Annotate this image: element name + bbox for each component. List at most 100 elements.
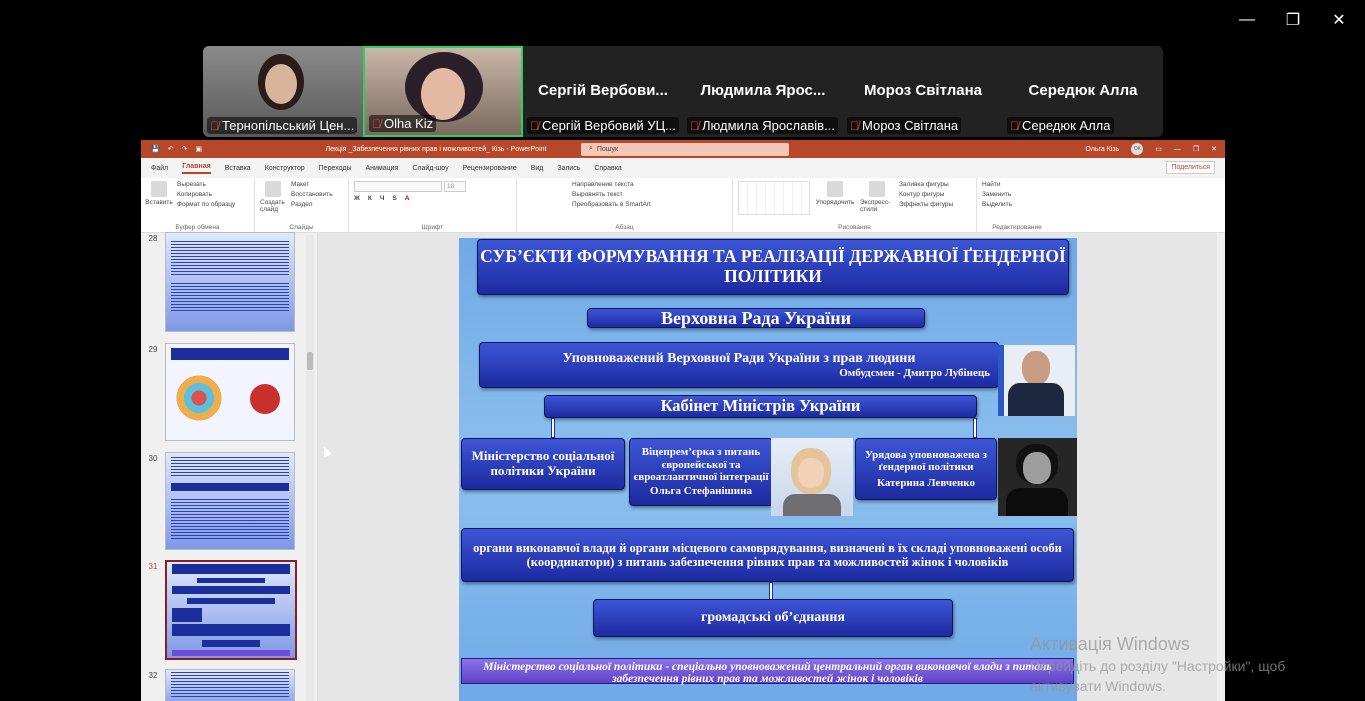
quick-styles-button[interactable]: Экспресс-стили [860, 181, 894, 229]
restore-button[interactable]: ❐ [1277, 8, 1309, 32]
tab-design[interactable]: Конструктор [265, 165, 305, 172]
participant-face [265, 64, 297, 104]
participant-tile[interactable]: Мороз Світлана 🎙̸ Мороз Світлана [843, 46, 1003, 137]
slides-group: Создать слайд Макет Восстановить Раздел … [255, 178, 349, 232]
tab-file[interactable]: Файл [151, 165, 168, 172]
arrow-icon [551, 418, 555, 438]
tab-view[interactable]: Вид [531, 165, 544, 172]
save-icon[interactable]: 💾 [151, 145, 160, 153]
avatar[interactable]: ОК [1131, 143, 1144, 155]
italic-button[interactable]: К [368, 195, 372, 202]
participant-name: Людмила Ярославів... [702, 118, 835, 133]
slide-number: 28 [148, 234, 158, 243]
ribbon-tabs: Файл Главная Вставка Конструктор Переход… [141, 158, 1225, 178]
title-bar: 💾 ↶ ↷ ▣ Лекція _Забезпечення рівних прав… [141, 140, 1225, 158]
tab-help[interactable]: Справка [594, 165, 621, 172]
watermark-line: активувати Windows. [1030, 677, 1166, 694]
align-text-button[interactable]: Выровнять текст [572, 191, 651, 198]
ombudsman-box: Уповноважений Верховної Ради України з п… [479, 342, 999, 388]
tab-slideshow[interactable]: Слайд-шоу [412, 165, 448, 172]
drawing-group: Упорядочить Экспресс-стили Заливка фигур… [733, 178, 977, 232]
slide-thumbnail[interactable]: 30 [141, 452, 295, 550]
editing-group: Найти Заменить Выделить Редактирование [977, 178, 1057, 232]
participant-tile[interactable]: 🎙̸ Тернопільський Цен... [203, 46, 363, 137]
find-button[interactable]: Найти [982, 181, 1012, 188]
paste-button[interactable]: Вставить [145, 181, 173, 229]
ribbon-display-icon[interactable]: ▭ [1155, 145, 1162, 153]
cut-button[interactable]: Вырезать [177, 181, 235, 188]
smartart-button[interactable]: Преобразовать в SmartArt [572, 201, 651, 208]
font-name-combo[interactable] [354, 181, 442, 192]
slide-thumbnail[interactable]: 28 [141, 232, 295, 332]
section-button[interactable]: Раздел [291, 201, 333, 208]
font-group: 18 Ж К ЧS A Шрифт [349, 178, 517, 232]
close-icon[interactable]: ✕ [1211, 145, 1217, 153]
bold-button[interactable]: Ж [354, 195, 360, 202]
participant-name: Мороз Світлана [862, 118, 959, 133]
font-size-combo[interactable]: 18 [444, 181, 466, 192]
participant-display-name: Людмила Ярос... [700, 82, 826, 99]
participant-strip: 🎙̸ Тернопільський Цен... 🎙̸ Olha Kiz Сергі… [203, 46, 1163, 137]
paragraph-group: Направление текста Выровнять текст Преоб… [517, 178, 733, 232]
shape-outline-button[interactable]: Контур фигуры [899, 191, 953, 198]
user-name[interactable]: Ольга Кізь [1085, 146, 1119, 153]
redo-icon[interactable]: ↷ [182, 145, 188, 153]
clipboard-group: Вставить Вырезать Копировать Формат по о… [141, 178, 255, 232]
group-caption: Абзац [615, 224, 634, 231]
thumbnail-scrollbar[interactable] [306, 235, 314, 701]
slide-thumbnail[interactable]: 29 [141, 343, 295, 441]
shape-effects-button[interactable]: Эффекты фигуры [899, 201, 953, 208]
new-slide-button[interactable]: Создать слайд [260, 181, 286, 229]
participant-tile-active-speaker[interactable]: 🎙̸ Olha Kiz [363, 46, 523, 137]
share-button[interactable]: Поделиться [1166, 161, 1215, 174]
group-caption: Шрифт [421, 224, 444, 231]
tab-animation[interactable]: Анимация [365, 165, 398, 172]
strike-button[interactable]: S [392, 195, 396, 202]
canvas-scrollbar[interactable] [1217, 233, 1225, 701]
replace-button[interactable]: Заменить [982, 191, 1012, 198]
minimize-icon[interactable]: — [1174, 146, 1181, 153]
participant-name: Сергій Вербовий УЦ... [542, 118, 676, 133]
participant-tile[interactable]: Сергій Вербови... 🎙̸ Сергій Вербовий УЦ..… [523, 46, 683, 137]
underline-button[interactable]: Ч [380, 195, 385, 202]
window-controls: — ❐ ✕ [1231, 8, 1355, 32]
participant-tile[interactable]: Середюк Алла 🎙̸ Середюк Алла [1003, 46, 1163, 137]
search-box[interactable]: ⌕ Пошук [581, 142, 789, 156]
tab-review[interactable]: Рецензирование [463, 165, 517, 172]
arrange-button[interactable]: Упорядочить [815, 181, 855, 229]
present-icon[interactable]: ▣ [195, 145, 202, 153]
tab-home[interactable]: Главная [182, 163, 211, 174]
slide-thumbnail[interactable]: 32 [141, 669, 295, 701]
participant-tile[interactable]: Людмила Ярос... 🎙̸ Людмила Ярославів... [683, 46, 843, 137]
restore-icon[interactable]: ❐ [1193, 145, 1199, 153]
shape-fill-button[interactable]: Заливка фигуры [899, 181, 953, 188]
font-color-button[interactable]: A [405, 195, 410, 202]
muted-mic-icon: 🎙̸ [850, 118, 859, 133]
tab-transitions[interactable]: Переходы [319, 165, 352, 172]
format-painter-button[interactable]: Формат по образцу [177, 201, 235, 208]
tab-record[interactable]: Запись [557, 165, 580, 172]
slide-canvas: СУБ’ЄКТИ ФОРМУВАННЯ ТА РЕАЛІЗАЦІЇ ДЕРЖАВ… [318, 233, 1225, 701]
cabinet-box: Кабінет Міністрів України [544, 395, 977, 418]
layout-button[interactable]: Макет [291, 181, 333, 188]
undo-icon[interactable]: ↶ [168, 145, 174, 153]
verkhovna-rada-box: Верховна Рада України [587, 308, 925, 328]
copy-button[interactable]: Копировать [177, 191, 235, 198]
gear-graphic [250, 384, 280, 414]
close-button[interactable]: ✕ [1323, 8, 1355, 32]
participant-name: Середюк Алла [1022, 118, 1111, 133]
select-button[interactable]: Выделить [982, 201, 1012, 208]
reset-button[interactable]: Восстановить [291, 191, 333, 198]
text-direction-button[interactable]: Направление текста [572, 181, 651, 188]
participant-name: Тернопільський Цен... [222, 118, 355, 133]
slide-title: СУБ’ЄКТИ ФОРМУВАННЯ ТА РЕАЛІЗАЦІЇ ДЕРЖАВ… [477, 239, 1069, 295]
slide-thumbnail-pane: 28 29 30 31 32 [141, 232, 318, 701]
search-placeholder: Пошук [596, 145, 619, 153]
slide-thumbnail-selected[interactable]: 31 [141, 560, 297, 660]
ribbon: Вставить Вырезать Копировать Формат по о… [141, 178, 1225, 233]
shapes-gallery[interactable] [738, 181, 810, 215]
group-caption: Редактирование [992, 224, 1042, 231]
participant-name: Olha Kiz [384, 116, 434, 131]
minimize-button[interactable]: — [1231, 8, 1263, 32]
tab-insert[interactable]: Вставка [225, 165, 251, 172]
